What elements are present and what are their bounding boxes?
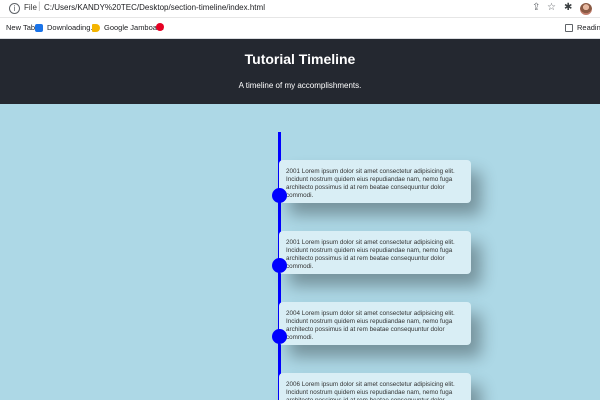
- star-icon[interactable]: ☆: [547, 2, 556, 14]
- timeline-item: 2006 Lorem ipsum dolor sit amet consecte…: [279, 373, 471, 400]
- bookmark-downloading[interactable]: Downloading...: [35, 23, 97, 32]
- timeline-dot: [272, 329, 287, 344]
- reading-list[interactable]: Reading l: [565, 23, 600, 32]
- bookmark-pinterest[interactable]: [156, 23, 168, 31]
- bookmark-new-tab[interactable]: New Tab: [6, 23, 35, 32]
- app-icon: [35, 23, 43, 32]
- page-subtitle: A timeline of my accomplishments.: [238, 81, 362, 90]
- bookmark-label: New Tab: [6, 23, 36, 32]
- pinterest-icon: [156, 23, 164, 31]
- info-icon[interactable]: i: [9, 3, 20, 14]
- timeline-dot: [272, 258, 287, 273]
- bookmark-label: Google Jamboard: [104, 23, 164, 32]
- reading-list-label: Reading l: [577, 23, 600, 32]
- timeline-item: 2001 Lorem ipsum dolor sit amet consecte…: [279, 160, 471, 203]
- reading-list-icon: [565, 23, 573, 32]
- timeline-item-text: 2001 Lorem ipsum dolor sit amet consecte…: [286, 168, 455, 199]
- bookmark-jamboard[interactable]: Google Jamboard: [92, 23, 164, 32]
- bookmark-label: Downloading...: [47, 23, 97, 32]
- share-icon[interactable]: ⇪: [532, 2, 540, 14]
- timeline-dot: [272, 188, 287, 203]
- address-bar[interactable]: C:/Users/KANDY%20TEC/Desktop/section-tim…: [44, 3, 265, 12]
- timeline-item: 2004 Lorem ipsum dolor sit amet consecte…: [279, 302, 471, 345]
- url-separator: |: [38, 1, 41, 12]
- extensions-icon[interactable]: ✱: [564, 2, 572, 14]
- bookmarks-bar: New Tab Downloading... Google Jamboard R…: [0, 18, 600, 39]
- timeline-item-text: 2006 Lorem ipsum dolor sit amet consecte…: [286, 381, 455, 400]
- timeline-item: 2001 Lorem ipsum dolor sit amet consecte…: [279, 231, 471, 274]
- jamboard-icon: [92, 23, 100, 32]
- page-title: Tutorial Timeline: [244, 51, 356, 67]
- browser-toolbar: i File | C:/Users/KANDY%20TEC/Desktop/se…: [0, 0, 600, 18]
- timeline-item-text: 2004 Lorem ipsum dolor sit amet consecte…: [286, 310, 455, 341]
- timeline-item-text: 2001 Lorem ipsum dolor sit amet consecte…: [286, 239, 455, 270]
- url-scheme-label: File: [24, 3, 37, 12]
- profile-avatar[interactable]: [580, 3, 592, 15]
- page-header: Tutorial Timeline A timeline of my accom…: [0, 39, 600, 104]
